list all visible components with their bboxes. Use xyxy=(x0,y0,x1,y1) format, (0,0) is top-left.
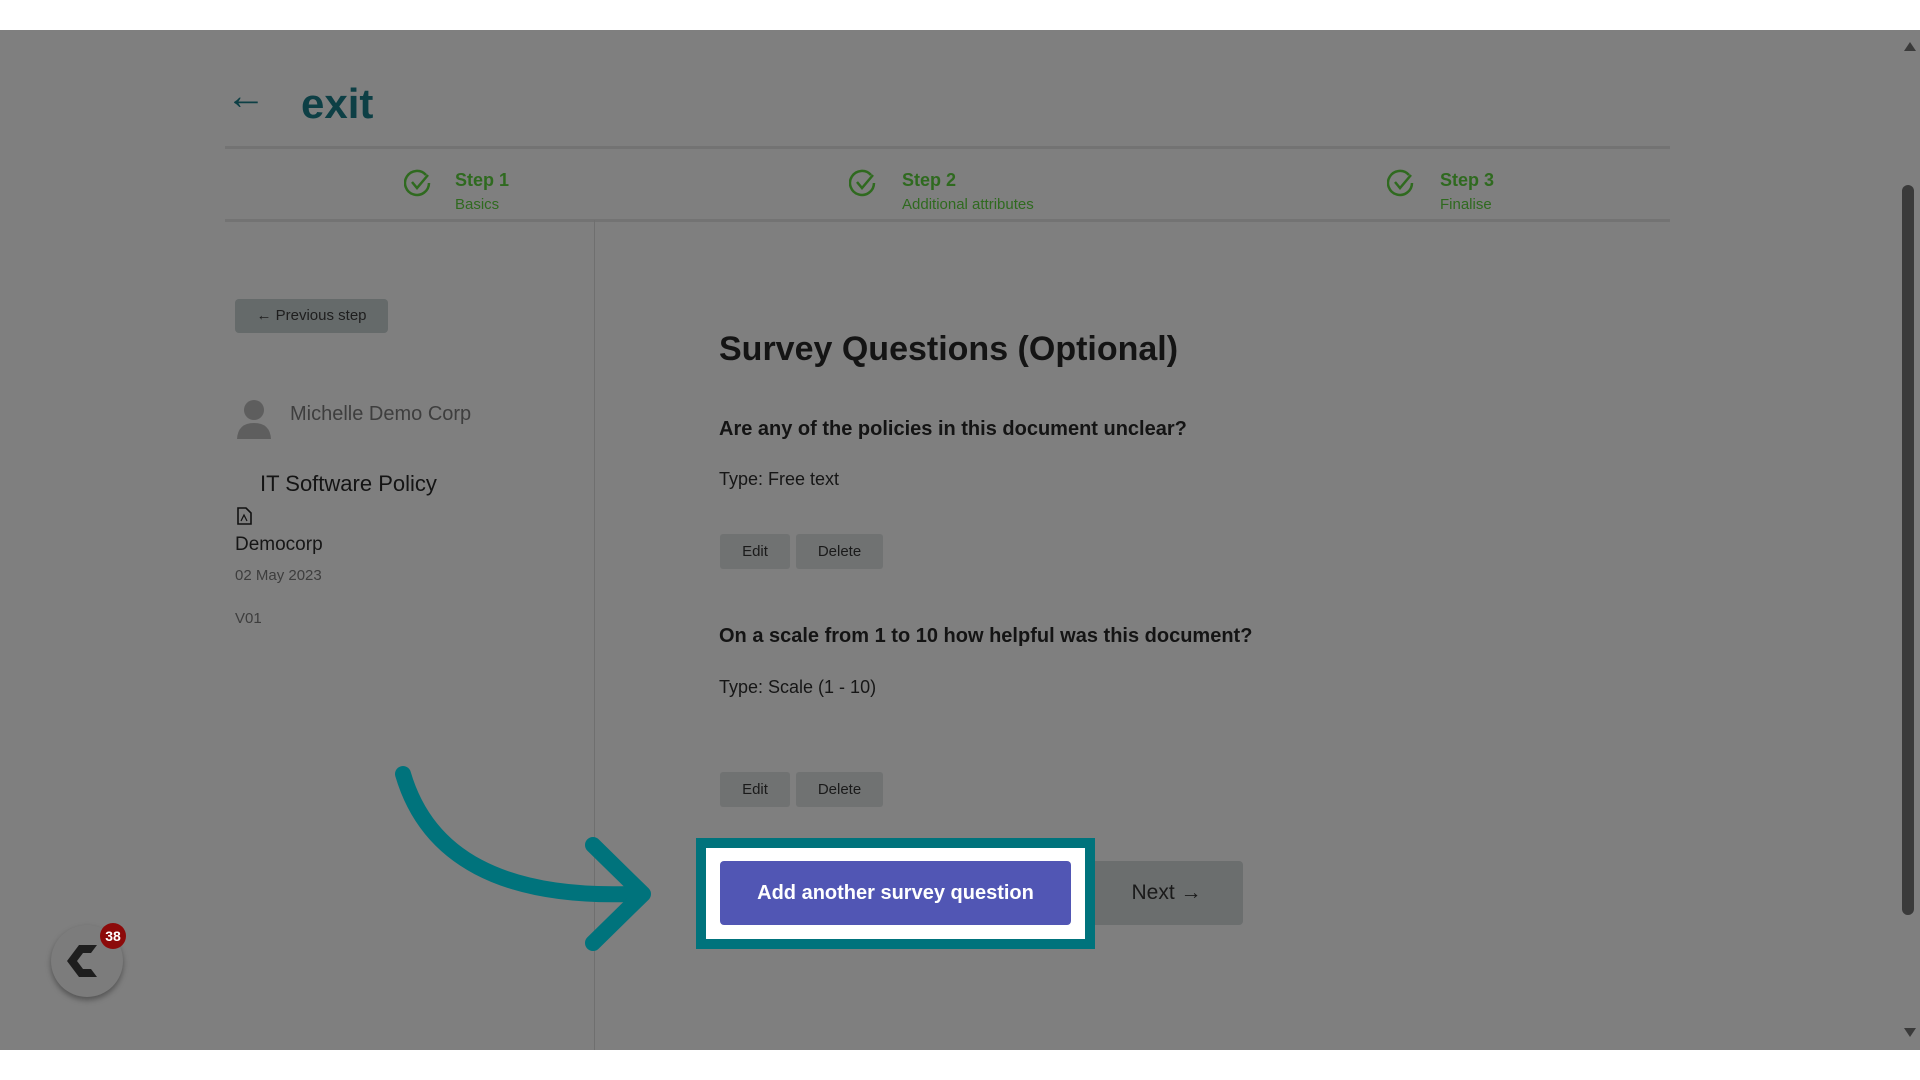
pointer-arrow-icon xyxy=(395,766,651,951)
scroll-up-icon[interactable] xyxy=(1904,42,1916,51)
notification-badge: 38 xyxy=(100,923,126,949)
check-circle-icon xyxy=(1387,169,1414,197)
question-text: On a scale from 1 to 10 how helpful was … xyxy=(719,625,1253,647)
scrollbar-thumb[interactable] xyxy=(1902,185,1914,915)
scroll-down-icon[interactable] xyxy=(1904,1028,1916,1037)
question-type: Type: Free text xyxy=(719,469,840,489)
question-type: Type: Scale (1 - 10) xyxy=(719,677,877,697)
check-circle-icon xyxy=(849,169,876,197)
edit-button[interactable]: Edit xyxy=(720,534,790,569)
step-subtitle: Finalise xyxy=(1440,196,1492,213)
step-title: Step 2 xyxy=(902,170,957,190)
step-title: Step 3 xyxy=(1440,170,1495,190)
add-survey-question-button[interactable]: Add another survey question xyxy=(720,861,1071,925)
next-button[interactable]: Next → xyxy=(1090,861,1243,925)
edit-button[interactable]: Edit xyxy=(720,772,790,807)
page-title: Survey Questions (Optional) xyxy=(719,330,1179,368)
page-overlay: ← exit Step 1 Basics Step 2 Additional a… xyxy=(0,30,1920,1050)
question-text: Are any of the policies in this document… xyxy=(719,418,1187,440)
delete-button[interactable]: Delete xyxy=(796,534,883,569)
step-subtitle: Additional attributes xyxy=(902,196,1034,213)
delete-button[interactable]: Delete xyxy=(796,772,883,807)
